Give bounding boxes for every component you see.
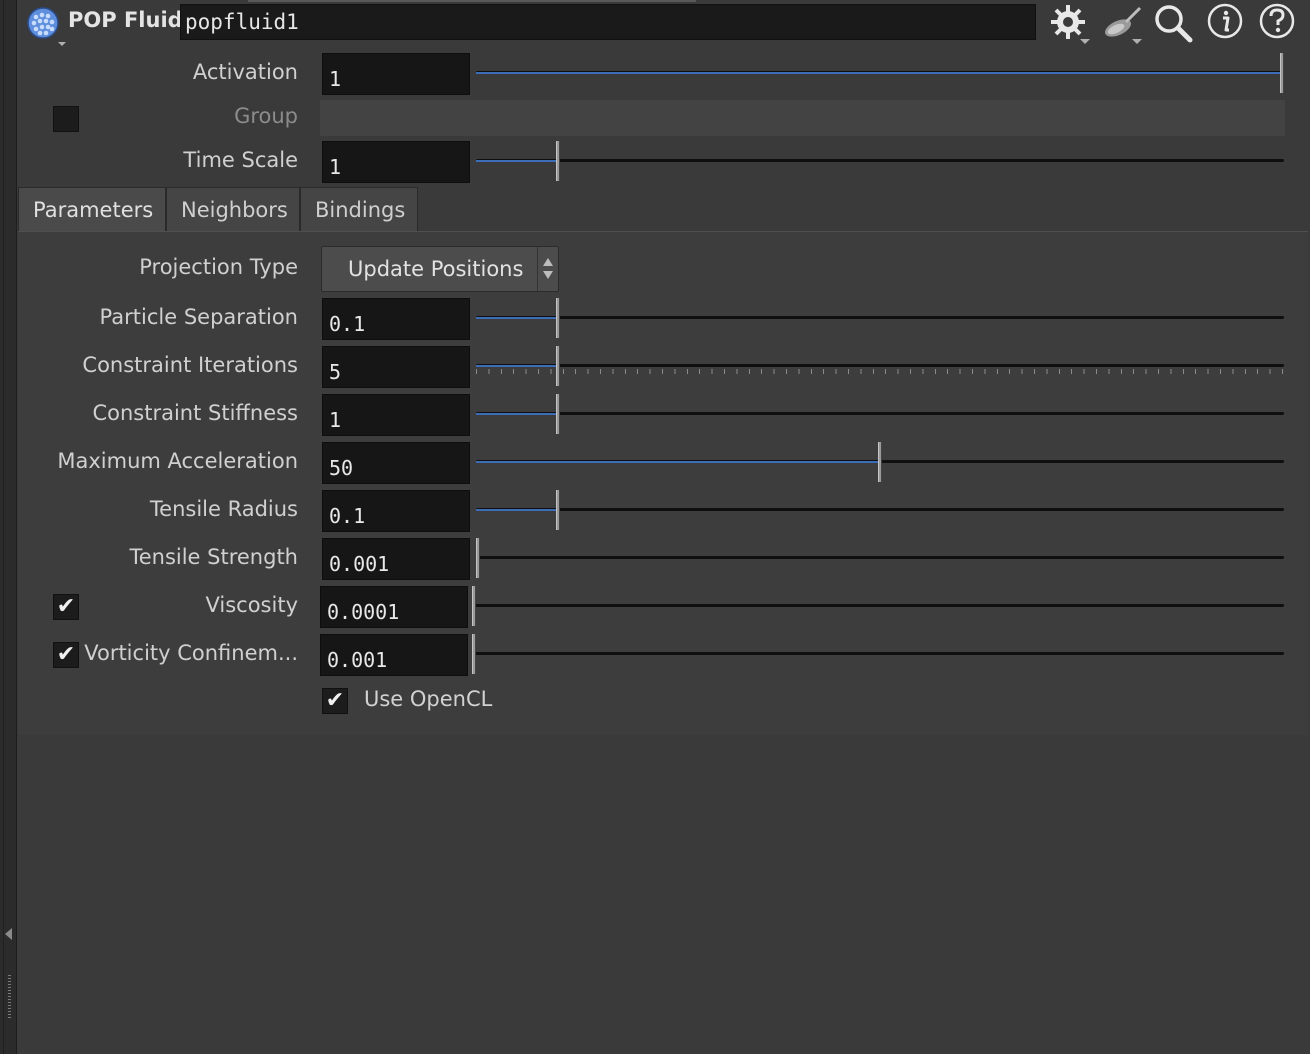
viscosity-checkbox[interactable]: ✔ (53, 594, 79, 620)
slider-track (476, 159, 1284, 162)
left-dock-strip (0, 0, 17, 1054)
particle-separation-field[interactable] (322, 298, 470, 340)
header-top-divider (248, 0, 696, 2)
parameter-panel: POP Fluid popfluid1 Activation 1 Group T… (18, 0, 1310, 1054)
slider-handle[interactable] (556, 141, 560, 181)
collapse-arrow-icon[interactable] (5, 928, 12, 940)
vorticity-confinement-slider[interactable] (472, 634, 1284, 674)
node-type-label: POP Fluid (68, 8, 183, 32)
time-scale-field[interactable] (322, 141, 470, 183)
dropdown-arrows-icon (537, 247, 558, 291)
constraint-stiffness-field[interactable] (322, 394, 470, 436)
activation-slider[interactable] (476, 53, 1284, 93)
slider-fill (476, 365, 556, 367)
tab-neighbors[interactable]: Neighbors (166, 187, 300, 231)
activation-field[interactable] (322, 53, 470, 95)
slider-track (476, 508, 1284, 511)
maximum-acceleration-slider[interactable] (476, 442, 1284, 482)
slider-handle[interactable] (1280, 53, 1284, 93)
activation-label: Activation (192, 60, 298, 84)
slider-track (476, 556, 1284, 559)
viscosity-field[interactable] (320, 586, 468, 628)
slider-track (476, 316, 1284, 319)
projection-type-label: Projection Type (139, 255, 298, 279)
constraint-iterations-slider[interactable] (476, 346, 1284, 386)
time-scale-label: Time Scale (183, 148, 298, 172)
tensile-radius-slider[interactable] (476, 490, 1284, 530)
use-opencl-label: Use OpenCL (364, 687, 493, 711)
search-icon[interactable] (1152, 2, 1193, 43)
help-icon[interactable] (1258, 2, 1298, 42)
paint-brush-icon[interactable] (1100, 2, 1142, 44)
node-name-input[interactable] (180, 4, 1036, 40)
tensile-strength-field[interactable] (322, 538, 470, 580)
tensile-radius-label: Tensile Radius (149, 497, 298, 521)
slider-fill (476, 72, 1280, 74)
node-type-icon[interactable] (26, 6, 66, 46)
vorticity-confinement-checkbox[interactable]: ✔ (53, 642, 79, 668)
slider-fill (476, 461, 878, 463)
slider-track (476, 412, 1284, 415)
constraint-stiffness-slider[interactable] (476, 394, 1284, 434)
slider-fill (476, 160, 556, 162)
tensile-radius-field[interactable] (322, 490, 470, 532)
slider-handle[interactable] (556, 298, 560, 338)
viscosity-label: Viscosity (205, 593, 298, 617)
maximum-acceleration-label: Maximum Acceleration (57, 449, 298, 473)
constraint-stiffness-label: Constraint Stiffness (92, 401, 298, 425)
panel-header: POP Fluid (18, 0, 1310, 46)
maximum-acceleration-field[interactable] (322, 442, 470, 484)
time-scale-slider[interactable] (476, 141, 1284, 181)
group-label: Group (234, 104, 298, 128)
slider-handle[interactable] (556, 490, 560, 530)
slider-track (472, 604, 1284, 607)
strip-divider (3, 0, 4, 1054)
vorticity-confinement-field[interactable] (320, 634, 468, 676)
viscosity-slider[interactable] (472, 586, 1284, 626)
tab-bindings[interactable]: Bindings (300, 187, 418, 231)
slider-fill (476, 317, 556, 319)
slider-handle[interactable] (556, 394, 560, 434)
tensile-strength-label: Tensile Strength (129, 545, 298, 569)
particle-separation-slider[interactable] (476, 298, 1284, 338)
group-field (320, 100, 1285, 136)
slider-track (476, 364, 1284, 367)
particle-separation-label: Particle Separation (99, 305, 298, 329)
constraint-iterations-field[interactable] (322, 346, 470, 388)
slider-handle[interactable] (472, 586, 476, 626)
gear-icon[interactable] (1048, 2, 1090, 44)
use-opencl-checkbox[interactable]: ✔ (322, 688, 348, 714)
slider-fill (476, 413, 556, 415)
info-icon[interactable] (1206, 2, 1246, 42)
projection-type-value: Update Positions (348, 257, 524, 281)
slider-handle[interactable] (472, 634, 476, 674)
tensile-strength-slider[interactable] (476, 538, 1284, 578)
slider-handle[interactable] (556, 346, 560, 386)
slider-ticks (476, 369, 1284, 374)
group-enable-checkbox[interactable] (53, 106, 79, 132)
slider-handle[interactable] (878, 442, 882, 482)
slider-handle[interactable] (476, 538, 480, 578)
slider-fill (476, 509, 556, 511)
slider-track (472, 652, 1284, 655)
resize-grip-icon[interactable] (8, 975, 11, 1019)
vorticity-confinement-label: Vorticity Confinem... (84, 641, 298, 665)
projection-type-dropdown[interactable]: Update Positions (321, 246, 559, 292)
tab-parameters[interactable]: Parameters (18, 187, 166, 231)
constraint-iterations-label: Constraint Iterations (82, 353, 298, 377)
